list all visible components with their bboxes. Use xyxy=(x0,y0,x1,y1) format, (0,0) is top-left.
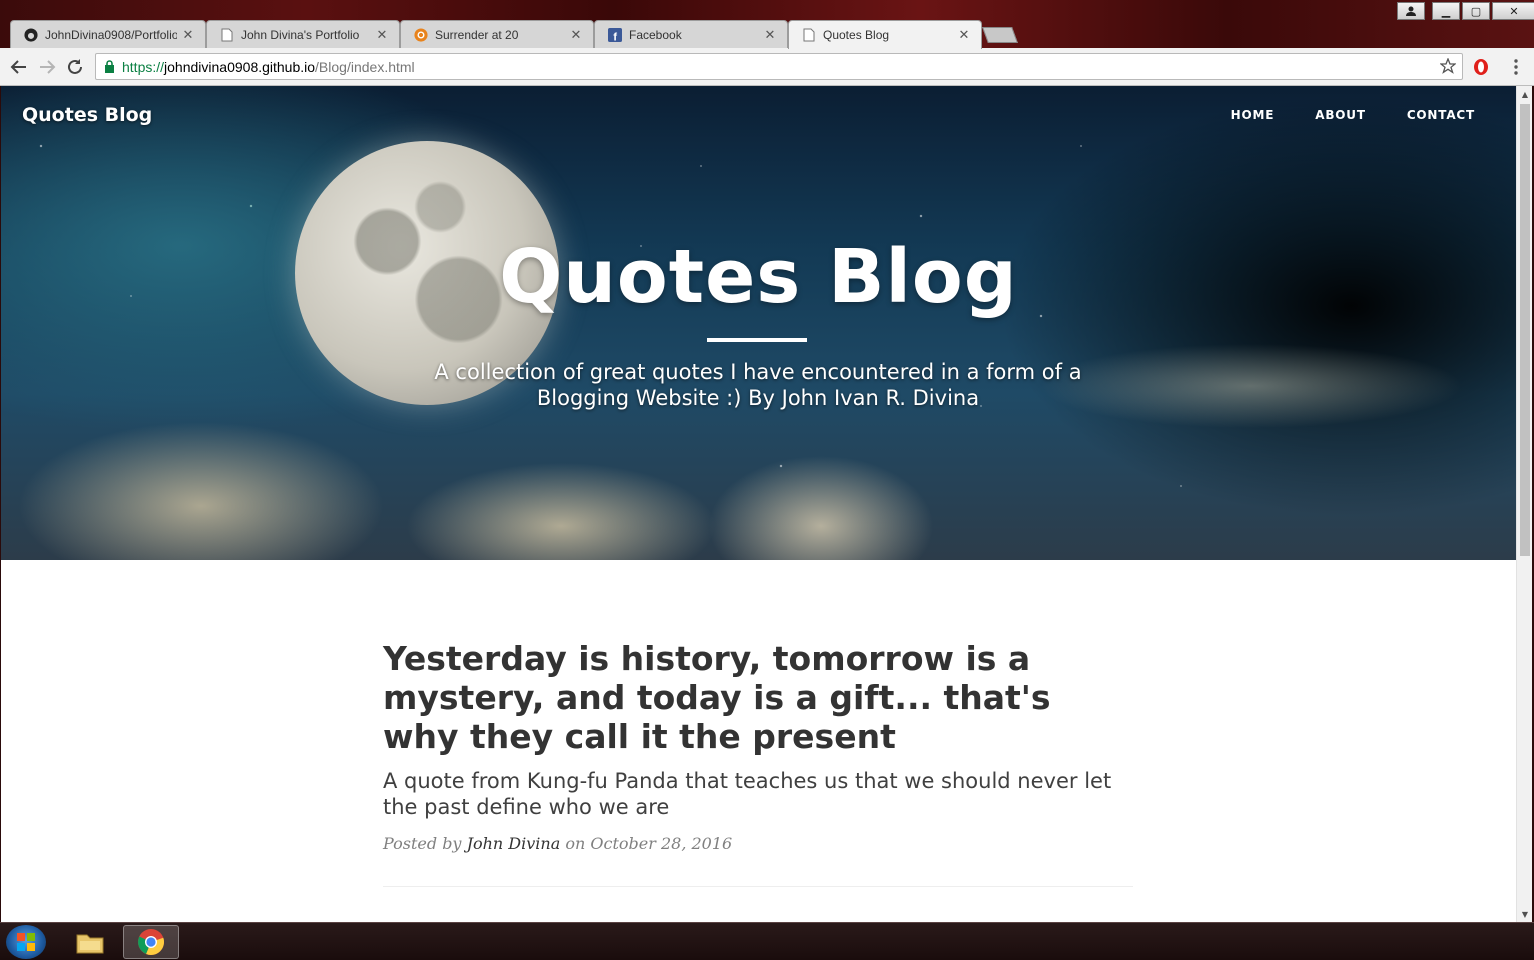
close-icon[interactable]: ✕ xyxy=(763,27,777,43)
facebook-icon: f xyxy=(607,27,623,43)
tab-portfolio[interactable]: John Divina's Portfolio ✕ xyxy=(206,20,400,48)
scroll-down-icon[interactable]: ▼ xyxy=(1517,906,1533,922)
url-path: /Blog/index.html xyxy=(315,58,415,75)
starfield-background xyxy=(1,86,1516,560)
tab-title: Facebook xyxy=(629,27,682,42)
hero-divider xyxy=(707,338,807,342)
profile-icon[interactable] xyxy=(1397,2,1425,20)
address-bar[interactable]: https://johndivina0908.github.io/Blog/in… xyxy=(95,53,1463,80)
tab-quotes-blog[interactable]: Quotes Blog ✕ xyxy=(788,20,982,49)
nav-about-link[interactable]: ABOUT xyxy=(1315,108,1366,122)
post-date: October 28, 2016 xyxy=(590,834,733,853)
tab-title: JohnDivina0908/Portfolio xyxy=(45,27,177,42)
back-arrow-icon xyxy=(10,60,26,74)
github-icon xyxy=(23,27,39,43)
tab-title: John Divina's Portfolio xyxy=(241,27,360,42)
nav-home-link[interactable]: HOME xyxy=(1231,108,1275,122)
close-icon[interactable]: ✕ xyxy=(181,27,195,43)
svg-text:f: f xyxy=(613,31,617,42)
post-meta: Posted by John Divina on October 28, 201… xyxy=(383,834,1133,853)
close-icon[interactable]: ✕ xyxy=(375,27,389,43)
post-preview[interactable]: Yesterday is history, tomorrow is a myst… xyxy=(383,639,1133,853)
file-explorer-taskbar-button[interactable] xyxy=(62,925,118,959)
opera-extension-button[interactable] xyxy=(1470,56,1492,78)
browser-toolbar: https://johndivina0908.github.io/Blog/in… xyxy=(0,48,1534,86)
post-meta-prefix: Posted by xyxy=(383,834,462,853)
new-tab-button[interactable] xyxy=(982,27,1018,43)
profile-button[interactable] xyxy=(1397,2,1425,20)
reload-icon xyxy=(68,59,82,74)
page-icon xyxy=(219,27,235,43)
opera-icon xyxy=(1474,59,1488,75)
forward-arrow-icon xyxy=(40,60,56,74)
site-brand-link[interactable]: Quotes Blog xyxy=(22,104,152,126)
page-viewport: Quotes Blog HOME ABOUT CONTACT Quotes Bl… xyxy=(1,86,1516,922)
post-meta-on: on xyxy=(565,834,586,853)
post-divider xyxy=(383,886,1133,887)
windows-logo-icon xyxy=(17,933,35,951)
back-button[interactable] xyxy=(8,56,30,78)
chrome-taskbar-button[interactable] xyxy=(123,925,179,959)
browser-titlebar: JohnDivina0908/Portfolio ✕ John Divina's… xyxy=(0,0,1534,49)
scrollbar-thumb[interactable] xyxy=(1520,104,1530,556)
minimize-icon[interactable]: ▁ xyxy=(1432,2,1460,20)
close-icon[interactable]: ✕ xyxy=(569,27,583,43)
kebab-menu-icon xyxy=(1514,59,1518,75)
post-subtitle[interactable]: A quote from Kung-fu Panda that teaches … xyxy=(383,768,1133,820)
window-close-icon[interactable]: ✕ xyxy=(1492,2,1534,20)
nav-contact-link[interactable]: CONTACT xyxy=(1407,108,1475,122)
url-host: johndivina0908.github.io xyxy=(164,58,316,75)
post-title[interactable]: Yesterday is history, tomorrow is a myst… xyxy=(383,639,1133,756)
tab-surrender[interactable]: Surrender at 20 ✕ xyxy=(400,20,594,48)
surrender-icon xyxy=(413,27,429,43)
top-nav: HOME ABOUT CONTACT xyxy=(1231,108,1516,122)
start-button[interactable] xyxy=(6,925,46,959)
url-scheme: https:// xyxy=(122,58,165,75)
maximize-icon[interactable]: ▢ xyxy=(1462,2,1490,20)
tab-title: Surrender at 20 xyxy=(435,27,519,42)
page-scrollbar[interactable]: ▲ ▼ xyxy=(1516,86,1532,922)
chrome-icon xyxy=(138,929,164,955)
tab-github[interactable]: JohnDivina0908/Portfolio ✕ xyxy=(10,20,206,48)
lock-icon xyxy=(96,60,122,73)
hero-title: Quotes Blog xyxy=(499,234,1018,320)
close-icon[interactable]: ✕ xyxy=(957,27,971,43)
scroll-up-icon[interactable]: ▲ xyxy=(1517,86,1533,102)
reload-button[interactable] xyxy=(64,56,86,78)
os-taskbar xyxy=(0,922,1534,960)
menu-button[interactable] xyxy=(1505,56,1527,78)
hero-subtitle: A collection of great quotes I have enco… xyxy=(434,360,1082,410)
bookmark-star-icon[interactable] xyxy=(1439,57,1457,77)
tab-title: Quotes Blog xyxy=(823,28,890,42)
hero-header: Quotes Blog HOME ABOUT CONTACT Quotes Bl… xyxy=(1,86,1516,560)
post-author-link[interactable]: John Divina xyxy=(467,834,561,853)
window-controls: ▁ ▢ ✕ xyxy=(1432,2,1534,20)
tab-facebook[interactable]: f Facebook ✕ xyxy=(594,20,788,48)
folder-icon xyxy=(76,934,104,954)
forward-button[interactable] xyxy=(36,56,58,78)
page-icon xyxy=(801,27,817,43)
